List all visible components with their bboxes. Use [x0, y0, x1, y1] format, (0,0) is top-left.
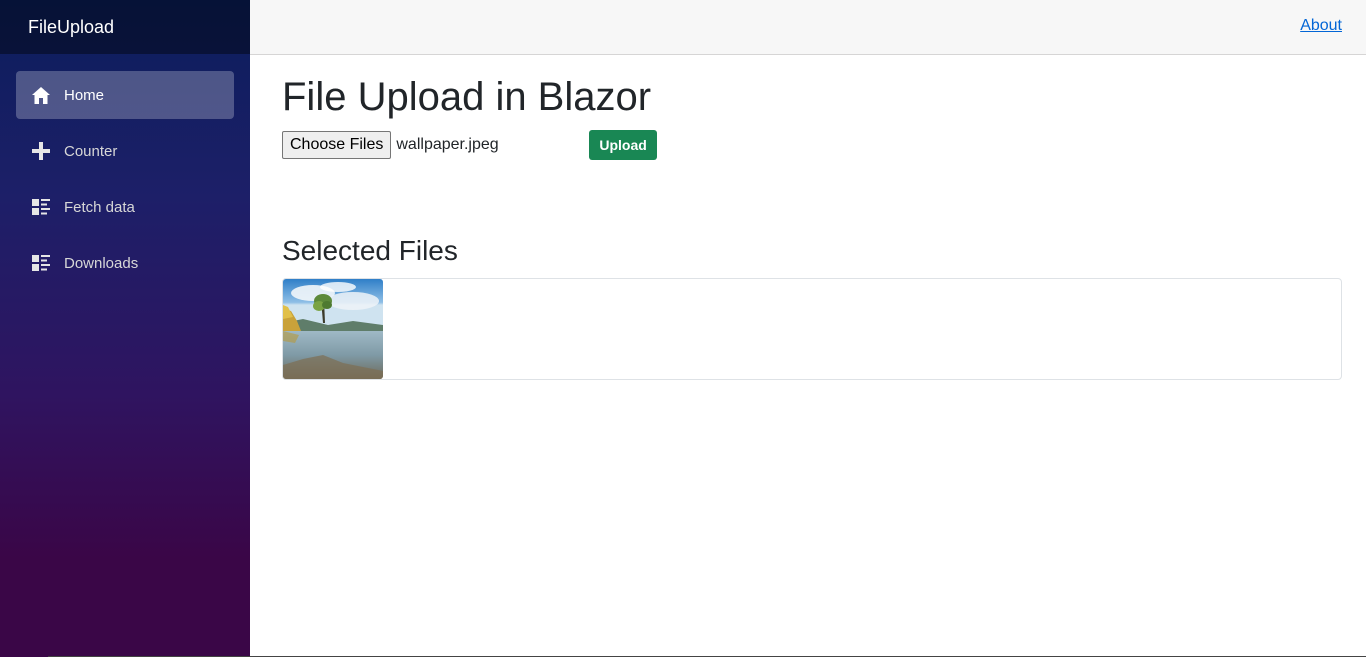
upload-button[interactable]: Upload	[589, 130, 657, 160]
page-title: File Upload in Blazor	[282, 75, 652, 119]
nav-menu: Home Counter Fetch data Downloads	[0, 54, 250, 287]
selected-files-heading: Selected Files	[282, 235, 458, 266]
sidebar-item-home[interactable]: Home	[16, 71, 234, 119]
sidebar-item-label: Home	[64, 86, 105, 104]
top-row: About	[250, 0, 1366, 55]
list-rich-icon	[31, 197, 51, 217]
plus-icon	[31, 141, 51, 161]
file-thumbnail-image	[283, 279, 383, 379]
choose-files-button[interactable]: Choose Files	[282, 131, 392, 159]
sidebar-item-label: Fetch data	[64, 198, 135, 216]
list-rich-icon	[31, 253, 51, 273]
upload-row: Choose Files wallpaper.jpeg Upload	[282, 130, 1342, 160]
sidebar-item-downloads[interactable]: Downloads	[16, 239, 234, 287]
sidebar-item-label: Downloads	[64, 254, 139, 272]
selected-file-name: wallpaper.jpeg	[396, 136, 499, 153]
about-link[interactable]: About	[1300, 17, 1342, 35]
sidebar: FileUpload Home Counter Fetch data Downl…	[0, 0, 250, 657]
home-icon	[31, 85, 51, 105]
sidebar-item-fetch-data[interactable]: Fetch data	[16, 183, 234, 231]
brand-bar: FileUpload	[0, 0, 250, 54]
sidebar-item-label: Counter	[64, 142, 118, 160]
sidebar-item-counter[interactable]: Counter	[16, 127, 234, 175]
main-content: File Upload in Blazor Choose Files wallp…	[282, 55, 1342, 380]
selected-files-list	[282, 278, 1342, 380]
brand-link[interactable]: FileUpload	[28, 17, 114, 38]
